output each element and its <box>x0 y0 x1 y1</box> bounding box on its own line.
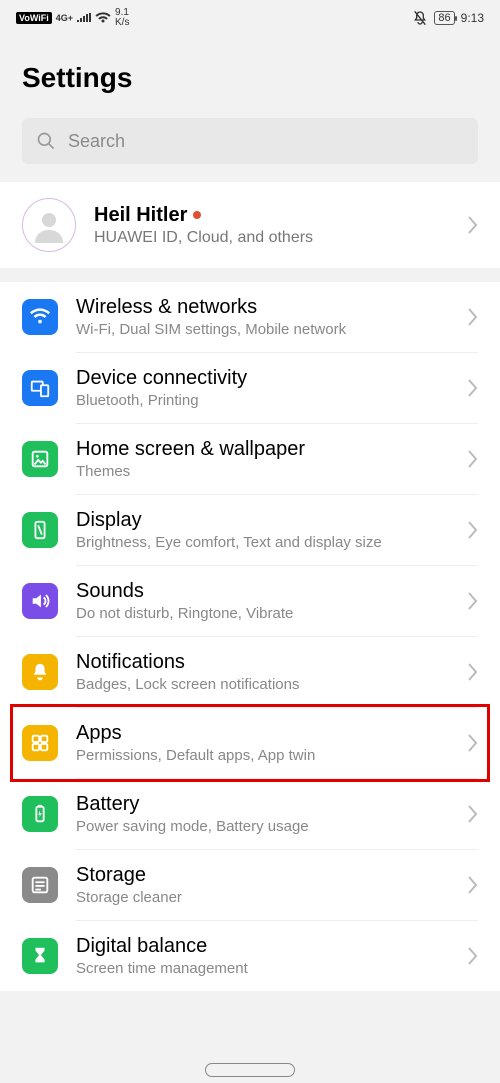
apps-icon <box>22 725 58 761</box>
wallpaper-icon <box>22 441 58 477</box>
settings-list: Wireless & networks Wi-Fi, Dual SIM sett… <box>0 282 500 991</box>
item-title: Apps <box>76 722 448 745</box>
item-sub: Storage cleaner <box>76 889 448 906</box>
nav-handle[interactable] <box>205 1063 295 1077</box>
chevron-right-icon <box>466 591 478 611</box>
item-sub: Themes <box>76 463 448 480</box>
search-input[interactable]: Search <box>22 118 478 164</box>
vowifi-badge: VoWiFi <box>16 12 52 24</box>
chevron-right-icon <box>466 520 478 540</box>
profile-name: Heil Hitler <box>94 204 187 227</box>
clock: 9:13 <box>461 11 484 25</box>
item-sub: Do not disturb, Ringtone, Vibrate <box>76 605 448 622</box>
section-divider <box>0 268 500 282</box>
item-title: Device connectivity <box>76 367 448 390</box>
item-title: Wireless & networks <box>76 296 448 319</box>
wifi-icon <box>95 12 111 24</box>
item-battery[interactable]: Battery Power saving mode, Battery usage <box>0 779 500 849</box>
profile-text: Heil Hitler HUAWEI ID, Cloud, and others <box>94 204 448 247</box>
item-sub: Power saving mode, Battery usage <box>76 818 448 835</box>
sound-icon <box>22 583 58 619</box>
status-left: VoWiFi 4G+ 9.1 K/s <box>16 8 129 28</box>
search-icon <box>36 131 56 151</box>
item-title: Display <box>76 509 448 532</box>
net-speed: 9.1 K/s <box>115 8 129 28</box>
item-title: Digital balance <box>76 935 448 958</box>
chevron-right-icon <box>466 378 478 398</box>
item-title: Sounds <box>76 580 448 603</box>
item-sub: Bluetooth, Printing <box>76 392 448 409</box>
item-title: Notifications <box>76 651 448 674</box>
item-wireless-networks[interactable]: Wireless & networks Wi-Fi, Dual SIM sett… <box>0 282 500 352</box>
signal-icon <box>77 13 91 23</box>
devices-icon <box>22 370 58 406</box>
item-sounds[interactable]: Sounds Do not disturb, Ringtone, Vibrate <box>0 566 500 636</box>
profile-row[interactable]: Heil Hitler HUAWEI ID, Cloud, and others <box>0 182 500 268</box>
item-storage[interactable]: Storage Storage cleaner <box>0 850 500 920</box>
avatar <box>22 198 76 252</box>
item-sub: Brightness, Eye comfort, Text and displa… <box>76 534 448 551</box>
item-title: Storage <box>76 864 448 887</box>
status-right: 86 9:13 <box>412 10 484 26</box>
storage-icon <box>22 867 58 903</box>
profile-sub: HUAWEI ID, Cloud, and others <box>94 229 448 247</box>
battery-indicator: 86 <box>434 11 454 25</box>
battery-icon <box>22 796 58 832</box>
notification-dot-icon <box>193 211 201 219</box>
item-title: Battery <box>76 793 448 816</box>
chevron-right-icon <box>466 449 478 469</box>
status-bar: VoWiFi 4G+ 9.1 K/s 86 9:13 <box>0 0 500 36</box>
display-icon <box>22 512 58 548</box>
item-apps[interactable]: Apps Permissions, Default apps, App twin <box>0 708 500 778</box>
chevron-right-icon <box>466 946 478 966</box>
item-notifications[interactable]: Notifications Badges, Lock screen notifi… <box>0 637 500 707</box>
item-sub: Wi-Fi, Dual SIM settings, Mobile network <box>76 321 448 338</box>
network-label: 4G+ <box>56 13 73 23</box>
item-device-connectivity[interactable]: Device connectivity Bluetooth, Printing <box>0 353 500 423</box>
item-display[interactable]: Display Brightness, Eye comfort, Text an… <box>0 495 500 565</box>
chevron-right-icon <box>466 307 478 327</box>
item-sub: Badges, Lock screen notifications <box>76 676 448 693</box>
page-title: Settings <box>0 36 500 118</box>
item-digital-balance[interactable]: Digital balance Screen time management <box>0 921 500 991</box>
chevron-right-icon <box>466 215 478 235</box>
item-sub: Permissions, Default apps, App twin <box>76 747 448 764</box>
item-home-screen-wallpaper[interactable]: Home screen & wallpaper Themes <box>0 424 500 494</box>
chevron-right-icon <box>466 662 478 682</box>
chevron-right-icon <box>466 733 478 753</box>
item-sub: Screen time management <box>76 960 448 977</box>
mute-icon <box>412 10 428 26</box>
chevron-right-icon <box>466 804 478 824</box>
search-placeholder: Search <box>68 131 125 152</box>
item-title: Home screen & wallpaper <box>76 438 448 461</box>
chevron-right-icon <box>466 875 478 895</box>
hourglass-icon <box>22 938 58 974</box>
bell-icon <box>22 654 58 690</box>
search-wrap: Search <box>0 118 500 182</box>
wifi-icon <box>22 299 58 335</box>
